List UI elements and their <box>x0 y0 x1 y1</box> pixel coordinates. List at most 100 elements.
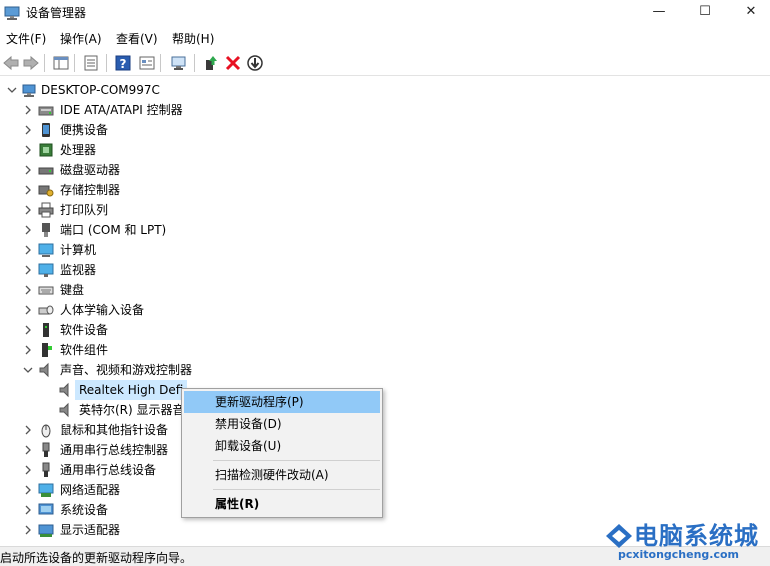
tree-item-label: 便携设备 <box>60 123 109 137</box>
chevron-right-icon[interactable] <box>22 200 34 220</box>
tree-item[interactable]: 计算机 <box>0 240 400 260</box>
tree-item[interactable]: 磁盘驱动器 <box>0 160 400 180</box>
chevron-right-icon[interactable] <box>22 500 34 520</box>
chevron-right-icon[interactable] <box>22 260 34 280</box>
windows-logo-icon <box>606 524 632 548</box>
usb-icon <box>42 462 50 477</box>
menu-help[interactable]: 帮助(H) <box>172 30 214 47</box>
tree-item-label: 端口 (COM 和 LPT) <box>60 223 167 237</box>
tree-item-label: 鼠标和其他指针设备 <box>60 423 169 437</box>
tree-item[interactable]: 键盘 <box>0 280 400 300</box>
tree-item[interactable]: 通用串行总线设备 <box>0 460 180 480</box>
back-arrow-icon[interactable] <box>2 54 20 72</box>
toolbar: ? <box>0 50 770 76</box>
show-hide-console-tree-icon[interactable] <box>52 54 70 72</box>
watermark: 电脑系统城 pcxitongcheng.com <box>600 514 770 566</box>
tree-child-label: Realtek High Defi <box>75 380 188 400</box>
tree-item-label: 打印队列 <box>60 203 109 217</box>
download-arrow-icon[interactable] <box>246 54 264 72</box>
tree-item[interactable]: IDE ATA/ATAPI 控制器 <box>0 100 400 120</box>
processor-icon <box>39 143 53 157</box>
scan-hardware-icon[interactable] <box>170 54 188 72</box>
tree-item-label: 软件组件 <box>60 343 109 357</box>
chevron-right-icon[interactable] <box>22 100 34 120</box>
menu-file[interactable]: 文件(F) <box>6 30 46 47</box>
tree-item[interactable]: 系统设备 <box>0 500 180 520</box>
svg-text:?: ? <box>120 57 127 71</box>
tree-item-label: 通用串行总线控制器 <box>60 443 169 457</box>
printer-icon <box>38 202 54 218</box>
list-view-icon[interactable] <box>82 54 100 72</box>
tree-item[interactable]: 通用串行总线控制器 <box>0 440 180 460</box>
menu-view[interactable]: 查看(V) <box>116 30 158 47</box>
speaker-icon <box>59 382 69 398</box>
tree-item[interactable]: 显示适配器 <box>0 520 180 540</box>
tree-item[interactable]: 便携设备 <box>0 120 400 140</box>
chevron-right-icon[interactable] <box>22 460 34 480</box>
chevron-down-icon[interactable] <box>6 80 18 100</box>
chevron-right-icon[interactable] <box>22 160 34 180</box>
chevron-right-icon[interactable] <box>22 440 34 460</box>
scan-hardware-menu-item[interactable]: 扫描检测硬件改动(A) <box>184 464 380 486</box>
chevron-right-icon[interactable] <box>22 420 34 440</box>
tree-item[interactable]: 鼠标和其他指针设备 <box>0 420 180 440</box>
status-text: 启动所选设备的更新驱动程序向导。 <box>0 551 193 565</box>
chevron-right-icon[interactable] <box>22 180 34 200</box>
uninstall-device-menu-item[interactable]: 卸载设备(U) <box>184 435 380 457</box>
window-title: 设备管理器 <box>26 6 87 20</box>
storage-controller-icon <box>38 185 54 197</box>
properties-view-icon[interactable] <box>138 54 156 72</box>
chevron-right-icon[interactable] <box>22 480 34 500</box>
properties-menu-item[interactable]: 属性(R) <box>184 493 380 515</box>
tree-item-label: 软件设备 <box>60 323 109 337</box>
update-driver-menu-item[interactable]: 更新驱动程序(P) <box>184 391 380 413</box>
tree-root[interactable]: DESKTOP-COM997C <box>0 80 770 100</box>
chevron-right-icon[interactable] <box>22 240 34 260</box>
context-menu: 更新驱动程序(P) 禁用设备(D) 卸载设备(U) 扫描检测硬件改动(A) 属性… <box>181 388 383 518</box>
maximize-button[interactable]: ☐ <box>682 0 728 26</box>
chevron-right-icon[interactable] <box>22 520 34 540</box>
tree-item-label: 网络适配器 <box>60 483 121 497</box>
tree-item[interactable]: 软件组件 <box>0 340 400 360</box>
tree-item[interactable]: 处理器 <box>0 140 400 160</box>
tree-item[interactable]: 存储控制器 <box>0 180 400 200</box>
help-icon[interactable]: ? <box>114 54 132 72</box>
device-tree: DESKTOP-COM997C IDE ATA/ATAPI 控制器 便携设备 处… <box>0 80 770 544</box>
chevron-right-icon[interactable] <box>22 220 34 240</box>
chevron-right-icon[interactable] <box>22 140 34 160</box>
tree-item[interactable]: 端口 (COM 和 LPT) <box>0 220 400 240</box>
tree-item-label: 系统设备 <box>60 503 109 517</box>
chevron-right-icon[interactable] <box>22 280 34 300</box>
menu-action[interactable]: 操作(A) <box>60 30 102 47</box>
chevron-right-icon[interactable] <box>22 340 34 360</box>
chevron-right-icon[interactable] <box>22 120 34 140</box>
tree-item[interactable]: 软件设备 <box>0 320 400 340</box>
tree-item-expanded[interactable]: 声音、视频和游戏控制器 <box>0 360 400 380</box>
chevron-right-icon[interactable] <box>22 320 34 340</box>
tree-item[interactable]: 人体学输入设备 <box>0 300 400 320</box>
update-driver-icon[interactable] <box>202 54 220 72</box>
mouse-icon <box>41 424 51 438</box>
uninstall-delete-icon[interactable] <box>224 54 242 72</box>
tree-item-label: 键盘 <box>60 283 85 297</box>
tree-item[interactable]: 打印队列 <box>0 200 400 220</box>
chevron-down-icon[interactable] <box>22 360 34 380</box>
tree-item-label: 存储控制器 <box>60 183 121 197</box>
disable-device-menu-item[interactable]: 禁用设备(D) <box>184 413 380 435</box>
usb-icon <box>42 442 50 457</box>
tree-item-label: 显示适配器 <box>60 523 121 537</box>
tree-item[interactable]: 网络适配器 <box>0 480 180 500</box>
title-bar: 设备管理器 — ☐ ✕ <box>0 0 770 26</box>
tree-item-label: 声音、视频和游戏控制器 <box>60 363 193 377</box>
system-device-icon <box>38 503 54 515</box>
chevron-right-icon[interactable] <box>22 300 34 320</box>
minimize-button[interactable]: — <box>636 0 682 26</box>
watermark-title: 电脑系统城 <box>634 522 759 550</box>
forward-arrow-icon[interactable] <box>22 54 40 72</box>
tree-item[interactable]: 监视器 <box>0 260 400 280</box>
keyboard-icon <box>38 286 54 295</box>
close-button[interactable]: ✕ <box>728 0 770 26</box>
computer-icon <box>38 243 54 257</box>
portable-device-icon <box>42 123 50 137</box>
tree-item-label: IDE ATA/ATAPI 控制器 <box>60 103 183 117</box>
